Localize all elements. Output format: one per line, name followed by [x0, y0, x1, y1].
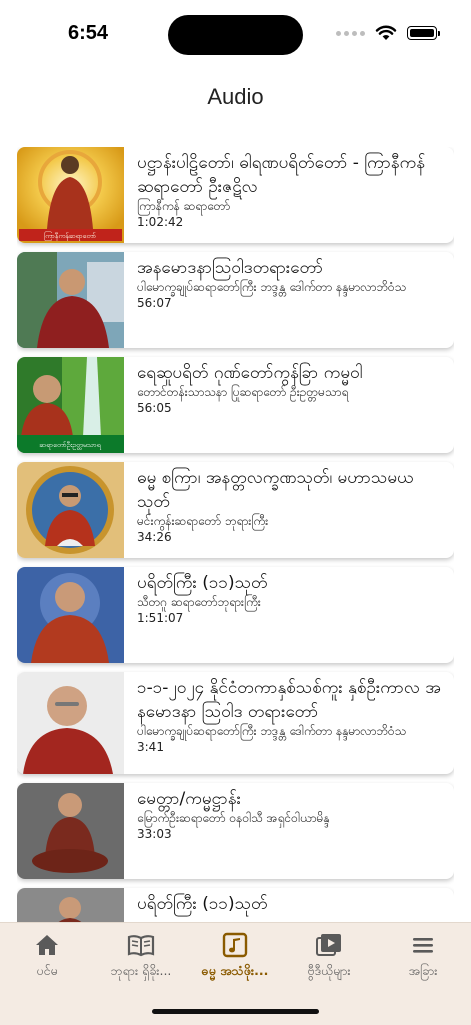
audio-speaker: ပါမောက္ခချုပ်ဆရာတော်ကြီး ဘဒ္ဒန္တ ဒေါက်တာ…	[137, 280, 407, 294]
monk-blue-bg-thumbnail	[17, 567, 124, 663]
page-title: Audio	[207, 84, 264, 109]
audio-title: ပရိတ်ကြီး (၁၁)သုတ်	[137, 894, 268, 914]
audio-item[interactable]: ၁-၁-၂၀၂၄ နိုင်ငံတကာနှစ်သစ်ကူး နှစ်ဦးကာလ …	[17, 672, 454, 774]
dynamic-island	[168, 15, 303, 55]
audio-duration: 1:51:07	[137, 611, 184, 625]
status-bar: 6:54	[0, 0, 471, 70]
tab-label: ဗွီဒီယိုများ	[307, 963, 351, 978]
monk-gold-frame-thumbnail	[17, 462, 124, 558]
battery-icon	[407, 26, 440, 40]
audio-title: အနမောဒနာသြဝါဒတရားတော်	[137, 258, 324, 278]
audio-item[interactable]: အနမောဒနာသြဝါဒတရားတော် ပါမောက္ခချုပ်ဆရာတေ…	[17, 252, 454, 348]
tab-prayers[interactable]: ဘုရား ရှိခိုး...	[94, 931, 188, 982]
menu-icon	[413, 938, 433, 953]
audio-speaker: မင်းကွန်းဆရာတော် ဘုရားကြီး	[137, 514, 269, 528]
tab-dhamma-audio[interactable]: ဓမ္မ အသံဖိုး...	[188, 931, 282, 982]
audio-speaker: သီတဂူ ဆရာတော်ဘုရားကြီး	[137, 595, 261, 609]
audio-item[interactable]: ဓမ္မ စကြာ၊ အနတ္တလက္ခဏသုတ်၊ မဟာသမယသုတ် မင…	[17, 462, 454, 558]
audio-title: ပရိတ်ကြီး (၁၁)သုတ်	[137, 573, 268, 593]
monk-golden-halo-thumbnail: ကြာနီကန်ဆရာတော်	[17, 147, 124, 243]
book-icon	[127, 935, 155, 957]
audio-item[interactable]: ပရိတ်ကြီး (၁၁)သုတ် သီတဂူ ဆရာတော်ဘုရားကြီ…	[17, 567, 454, 663]
audio-title: ဓမ္မ စကြာ၊ အနတ္တလက္ခဏသုတ်၊ မဟာသမယသုတ်	[137, 468, 414, 512]
monk-waterfall-thumbnail: ဆရာတော်ဦးဥတ္တမသာရ	[17, 357, 124, 453]
home-indicator[interactable]	[152, 1009, 319, 1014]
status-time: 6:54	[68, 22, 109, 44]
tab-more[interactable]: အခြား	[376, 931, 470, 982]
audio-title: ၁-၁-၂၀၂၄ နိုင်ငံတကာနှစ်သစ်ကူး နှစ်ဦးကာလ …	[137, 678, 441, 722]
thumb-caption: ကြာနီကန်ဆရာတော်	[44, 231, 97, 241]
audio-title: မေတ္တာ/ကမ္မဋ္ဌာန်း	[137, 789, 241, 809]
audio-item[interactable]: ကြာနီကန်ဆရာတော် ပဋ္ဌာန်းပါဠိတော်၊ ဓါရဏပရ…	[17, 147, 454, 243]
tab-label: ဘုရား ရှိခိုး...	[110, 963, 172, 978]
tab-label: ပင်မ	[36, 963, 58, 978]
audio-speaker: ပါမောက္ခချုပ်ဆရာတော်ကြီး ဘဒ္ဒန္တ ဒေါက်တာ…	[137, 724, 407, 738]
audio-speaker: မြောက်ဦးဆရာတော် ဝနဝါသီ အရှင်ဝါယာမိန္ဒ	[137, 811, 330, 825]
audio-item[interactable]: ပရိတ်ကြီး (၁၁)သုတ်	[17, 888, 454, 922]
thumb-caption: ဆရာတော်ဦးဥတ္တမသာရ	[39, 441, 101, 450]
music-note-icon	[222, 932, 248, 958]
audio-item[interactable]: ဆရာတော်ဦးဥတ္တမသာရ ရေဆူပရိတ် ဂုဏ်တော်ကွန်…	[17, 357, 454, 453]
tab-label: ဓမ္မ အသံဖိုး...	[201, 963, 269, 978]
monk-grey-bg-thumbnail	[17, 888, 124, 922]
monk-seated-photo-thumbnail	[17, 252, 124, 348]
audio-list[interactable]: ကြာနီကန်ဆရာတော် ပဋ္ဌာန်းပါဠိတော်၊ ဓါရဏပရ…	[17, 147, 454, 922]
audio-speaker: တောင်တန်းသာသနာ ပြုဆရာတော် ဦးဥတ္တမသာရ	[137, 385, 349, 399]
tab-videos[interactable]: ဗွီဒီယိုများ	[282, 931, 376, 982]
audio-duration: 1:02:42	[137, 215, 184, 229]
tab-home[interactable]: ပင်မ	[0, 931, 94, 982]
video-icon	[316, 934, 341, 956]
signal-dots-icon	[336, 30, 365, 36]
audio-item[interactable]: မေတ္တာ/ကမ္မဋ္ဌာန်း မြောက်ဦးဆရာတော် ဝနဝါသ…	[17, 783, 454, 879]
home-icon	[36, 935, 58, 955]
audio-duration: 34:26	[137, 530, 172, 544]
monk-meditating-thumbnail	[17, 783, 124, 879]
audio-speaker: ကြာနီကန် ဆရာတော်	[137, 199, 231, 213]
audio-duration: 3:41	[137, 740, 164, 754]
audio-duration: 56:05	[137, 401, 172, 415]
audio-title: ရေဆူပရိတ် ဂုဏ်တော်ကွန်ခြာ ကမ္မဝါ	[137, 363, 363, 383]
monk-smiling-thumbnail	[17, 672, 124, 774]
audio-duration: 56:07	[137, 296, 172, 310]
audio-duration: 33:03	[137, 827, 172, 841]
wifi-icon	[375, 25, 397, 40]
tab-label: အခြား	[408, 963, 438, 978]
audio-title: ပဋ္ဌာန်းပါဠိတော်၊ ဓါရဏပရိတ်တော် - ကြာနီက…	[137, 153, 426, 197]
status-icons	[336, 25, 440, 41]
